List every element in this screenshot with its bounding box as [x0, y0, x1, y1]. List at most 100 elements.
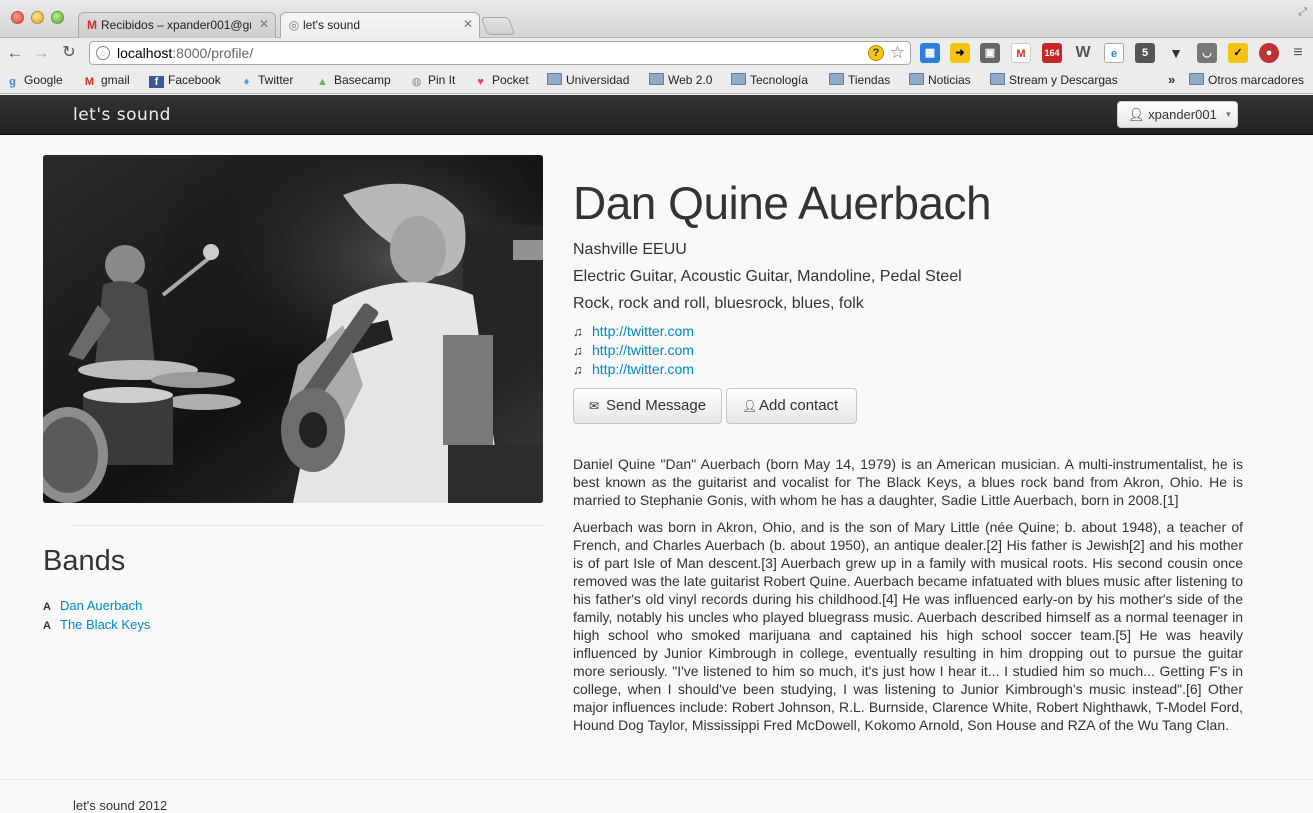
send-to-device-icon[interactable]: ➜ [950, 43, 970, 63]
bookmark-folder-stream[interactable]: Stream y Descargas [990, 73, 1118, 87]
profile-link[interactable]: http://twitter.com [592, 361, 694, 377]
browser-titlebar: M Recibidos – xpander001@gm ✕ ◎ let's so… [0, 0, 1313, 39]
wrench-icon[interactable]: ≡ [1288, 43, 1308, 63]
footer-text: let's sound 2012 [73, 798, 168, 813]
footer-divider [0, 779, 1313, 780]
bookmark-pocket[interactable]: ♥ Pocket [473, 73, 528, 88]
profile-link[interactable]: http://twitter.com [592, 323, 694, 339]
tab-lets-sound[interactable]: ◎ let's sound ✕ [280, 12, 480, 39]
profile-instruments: Electric Guitar, Acoustic Guitar, Mandol… [573, 268, 962, 285]
browser-toolbar: ← → ↻ ◌ localhost:8000/profile/ ? ☆ ▦ ➜ … [0, 38, 1313, 68]
drink-icon[interactable]: ▼ [1166, 43, 1186, 63]
profile-links: ♫ http://twitter.com ♫ http://twitter.com … [573, 322, 694, 379]
unread-count-badge: 164 [1044, 48, 1060, 58]
bookmark-star-icon[interactable]: ☆ [890, 42, 905, 64]
tab-title: let's sound [303, 18, 360, 32]
more-bookmarks-chevron-icon[interactable]: » [1168, 72, 1175, 87]
gmail-icon: M [84, 76, 95, 88]
bookmark-basecamp[interactable]: ▲ Basecamp [315, 73, 391, 88]
username: xpander001 [1148, 107, 1217, 122]
globe-icon: ◎ [288, 18, 300, 32]
bookmark-google[interactable]: g Google [5, 73, 63, 88]
folder-icon [829, 73, 844, 85]
url-path: :8000/profile/ [172, 45, 254, 61]
close-window-button[interactable] [11, 11, 24, 24]
ie-tab-icon[interactable]: e [1104, 43, 1124, 63]
folder-icon [1189, 73, 1204, 85]
gmail-checker-icon[interactable]: M [1011, 43, 1031, 63]
address-bar[interactable]: ◌ localhost:8000/profile/ ? ☆ [89, 41, 911, 65]
bands-heading: Bands [43, 545, 126, 577]
envelope-icon: ✉ [589, 399, 600, 413]
folder-icon [990, 73, 1005, 85]
add-contact-button[interactable]: 👤︎ Add contact [726, 388, 857, 424]
basecamp-icon: ▲ [317, 76, 328, 88]
send-message-label: Send Message [606, 397, 707, 414]
bookmark-folder-tiendas[interactable]: Tiendas [829, 73, 890, 87]
bookmark-pin-it[interactable]: ◍ Pin It [409, 73, 456, 88]
list-item: A The Black Keys [43, 616, 150, 635]
bookmark-gmail[interactable]: Mgmail [82, 73, 130, 88]
user-menu-button[interactable]: 👤︎ xpander001 ▼ [1117, 101, 1238, 128]
gmail-icon: M [87, 18, 97, 32]
close-tab-icon[interactable]: ✕ [463, 17, 473, 31]
profile-link[interactable]: http://twitter.com [592, 342, 694, 358]
zoom-window-button[interactable] [51, 11, 64, 24]
feed-reader-icon[interactable]: 164 [1042, 43, 1062, 63]
user-icon: 👤︎ [1128, 107, 1145, 122]
profile-photo [43, 155, 543, 503]
music-icon: ♫ [573, 362, 583, 377]
bookmarks-bar: g Google Mgmail f Facebook ♦ Twitter ▲ Basec… [0, 68, 1313, 94]
bookmark-folder-tecnologia[interactable]: Tecnología [731, 73, 808, 87]
brand-logo[interactable]: let's sound [73, 105, 171, 125]
list-item: ♫ http://twitter.com [573, 322, 694, 341]
profile-name: Dan Quine Auerbach [573, 177, 992, 229]
tomato-timer-icon[interactable]: ● [1259, 43, 1279, 63]
section-divider [71, 525, 543, 526]
facebook-icon: f [149, 76, 164, 88]
band-link[interactable]: The Black Keys [60, 617, 150, 632]
back-arrow-icon[interactable]: ← [4, 42, 26, 64]
bookmark-folder-other[interactable]: Otros marcadores [1189, 73, 1304, 87]
road-icon: A [43, 620, 51, 632]
user-icon: 👤︎ [742, 399, 758, 413]
list-item: A Dan Auerbach [43, 597, 150, 616]
bookmark-twitter[interactable]: ♦ Twitter [239, 73, 294, 88]
google-icon: g [9, 76, 16, 88]
band-link[interactable]: Dan Auerbach [60, 598, 142, 613]
list-item: ♫ http://twitter.com [573, 360, 694, 379]
screenshot-icon[interactable]: ▣ [980, 43, 1000, 63]
fullscreen-icon[interactable]: ⤢ [1298, 6, 1307, 19]
page-info-icon[interactable]: ◌ [96, 46, 110, 60]
help-icon[interactable]: ? [868, 45, 884, 61]
folder-icon [649, 73, 664, 85]
folder-icon [731, 73, 746, 85]
app-navbar: let's sound 👤︎ xpander001 ▼ [0, 95, 1313, 135]
reload-icon[interactable]: ↻ [58, 42, 80, 64]
caret-down-icon: ▼ [1224, 110, 1233, 119]
bookmark-folder-noticias[interactable]: Noticias [909, 73, 971, 87]
bio-paragraph: Daniel Quine "Dan" Auerbach (born May 14… [573, 456, 1243, 508]
calendar-icon[interactable]: ▦ [920, 43, 940, 63]
tab-gmail[interactable]: M Recibidos – xpander001@gm ✕ [78, 12, 276, 38]
pocket-ext-icon[interactable]: ◡ [1197, 43, 1217, 63]
bands-list: A Dan Auerbach A The Black Keys [43, 597, 150, 635]
evernote-icon[interactable]: ✓ [1228, 43, 1248, 63]
minimize-window-button[interactable] [31, 11, 44, 24]
bookmark-facebook[interactable]: f Facebook [149, 73, 221, 88]
profile-genres: Rock, rock and roll, bluesrock, blues, f… [573, 295, 864, 312]
bookmark-folder-web20[interactable]: Web 2.0 [649, 73, 712, 87]
new-tab-button[interactable] [480, 17, 516, 35]
folder-icon [909, 73, 924, 85]
close-tab-icon[interactable]: ✕ [259, 17, 269, 31]
wikipedia-icon[interactable]: W [1073, 43, 1093, 63]
bio-paragraph: Auerbach was born in Akron, Ohio, and is… [573, 519, 1243, 733]
send-message-button[interactable]: ✉ Send Message [573, 388, 722, 424]
folder-icon [547, 73, 562, 85]
bookmark-folder-universidad[interactable]: Universidad [547, 73, 629, 87]
add-contact-label: Add contact [759, 397, 839, 414]
forward-arrow-icon[interactable]: → [30, 42, 52, 64]
pocket-icon: ♥ [477, 76, 484, 88]
html5-icon[interactable]: 5 [1135, 43, 1155, 63]
url-host: localhost [117, 45, 173, 61]
